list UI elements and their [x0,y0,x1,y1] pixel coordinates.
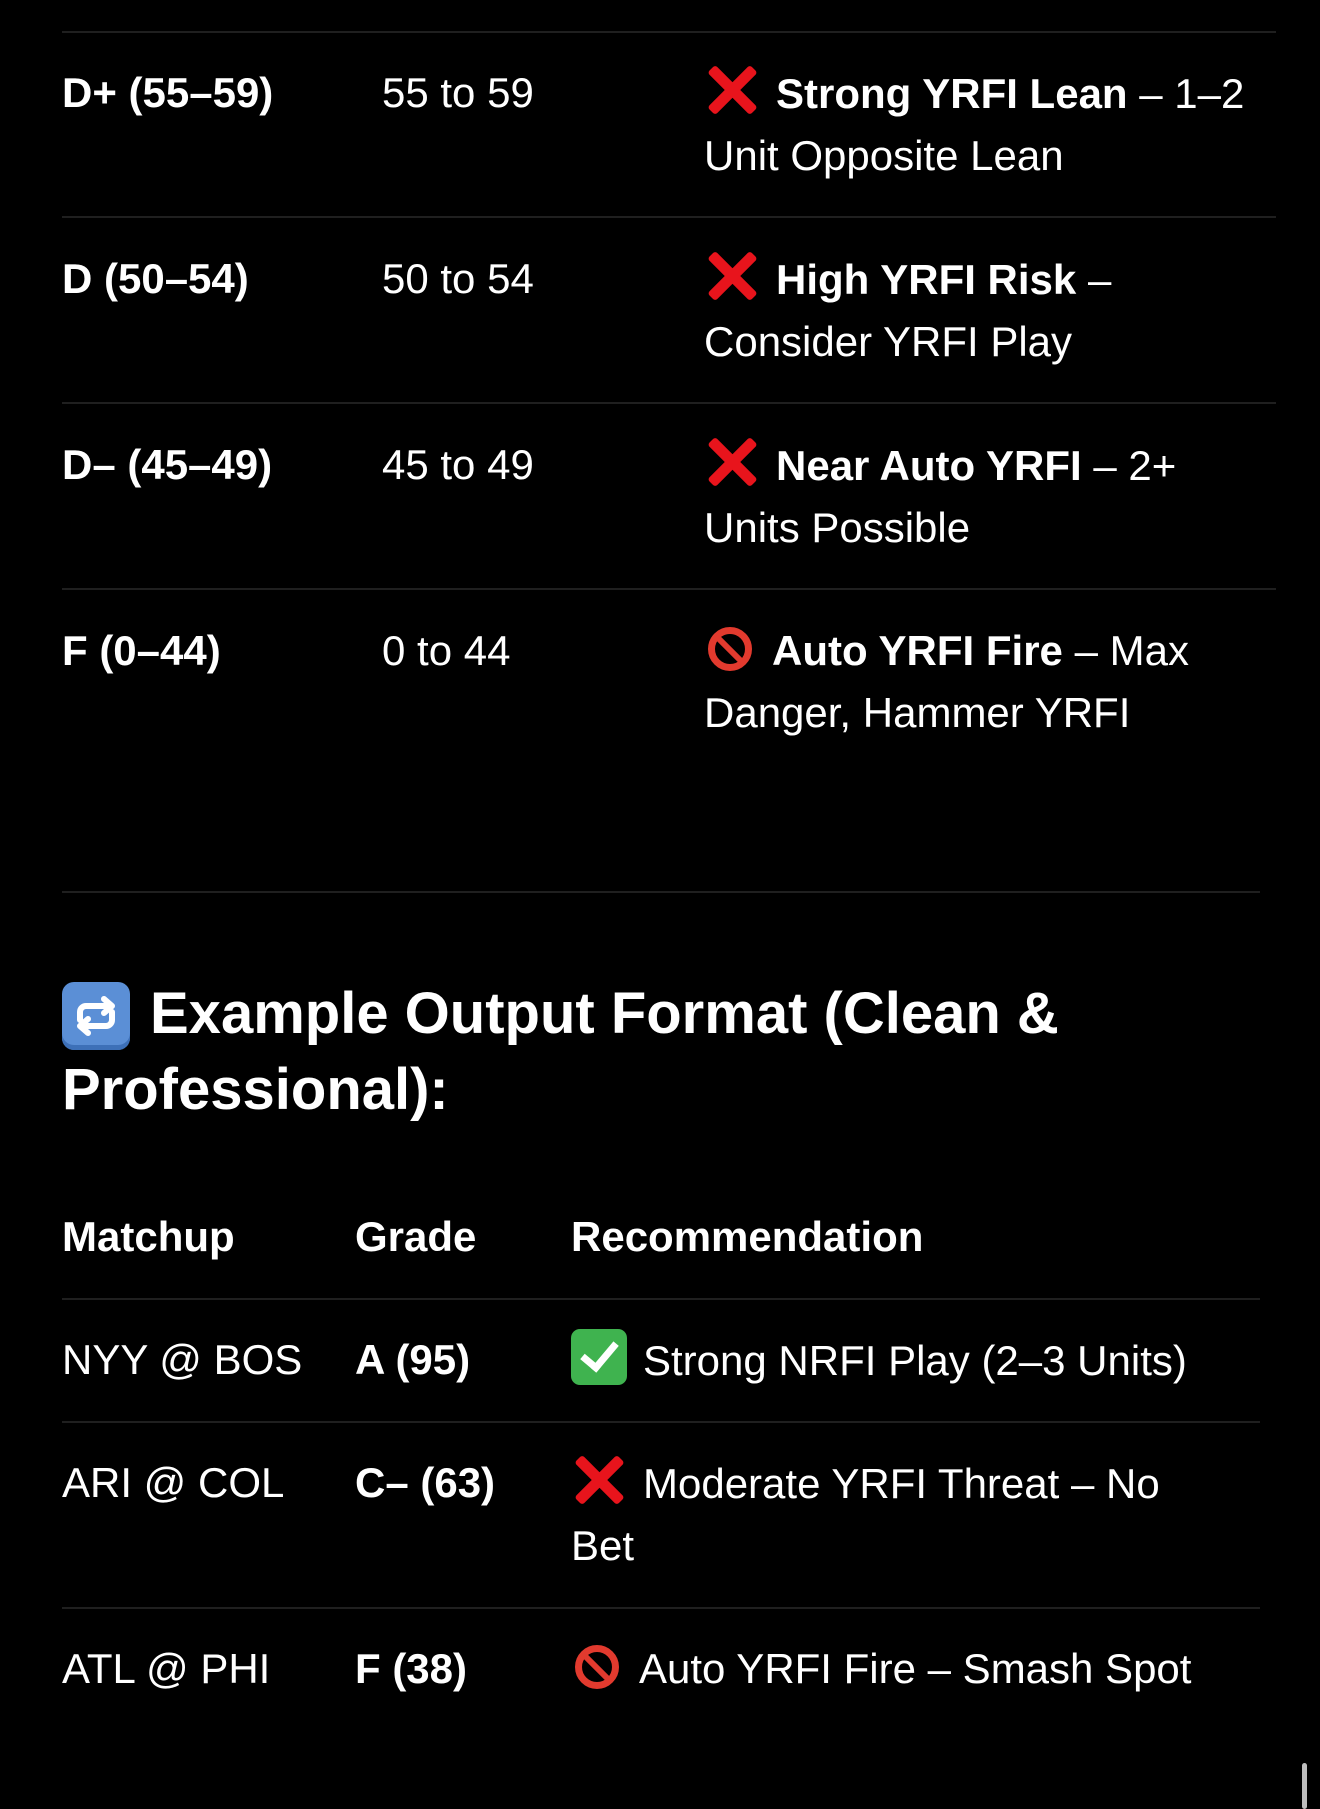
grade-label: D– (45–49) [62,441,273,488]
grade-label: D (50–54) [62,255,249,302]
section-heading: Example Output Format (Clean & Professio… [62,981,1059,1122]
matchup-cell: NYY @ BOS [62,1336,303,1383]
recommendation-title: High YRFI Risk [776,256,1077,303]
recommendation-cell: Moderate YRFI Threat – No Bet [571,1452,1231,1577]
grade-recommendation: Near Auto YRFI – 2+ Units Possible [704,434,1224,559]
table-header-divider [62,1298,1260,1300]
grade-row: D+ (55–59) 55 to 59 Strong YRFI Lean – 1… [62,62,1276,187]
grade-row: D– (45–49) 45 to 49 Near Auto YRFI – 2+ … [62,434,1276,559]
score-range: 45 to 49 [382,441,534,488]
recommendation-title: Auto YRFI Fire [772,627,1063,674]
recommendation-cell: Auto YRFI Fire – Smash Spot [571,1638,1191,1700]
cross-mark-icon [704,62,760,118]
grade-row: F (0–44) 0 to 44 Auto YRFI Fire – Max Da… [62,620,1276,745]
cross-mark-icon [571,1452,627,1508]
matchup-cell: ARI @ COL [62,1459,285,1506]
grade-recommendation: Auto YRFI Fire – Max Danger, Hammer YRFI [704,620,1264,744]
recommendation-title: Near Auto YRFI [776,442,1082,489]
grade-recommendation: High YRFI Risk – Consider YRFI Play [704,248,1144,373]
grade-cell: C– (63) [355,1459,496,1506]
grade-recommendation: Strong YRFI Lean – 1–2 Unit Opposite Lea… [704,62,1304,187]
grade-cell: F (38) [355,1645,468,1692]
scrollbar[interactable] [1302,1763,1307,1809]
no-entry-icon [708,627,752,671]
score-range: 55 to 59 [382,69,534,116]
grade-cell: A (95) [355,1336,471,1383]
score-range: 50 to 54 [382,255,534,302]
recommendation-cell: Strong NRFI Play (2–3 Units) [571,1329,1187,1392]
matchup-cell: ATL @ PHI [62,1645,271,1692]
cross-mark-icon [704,248,760,304]
grade-row: D (50–54) 50 to 54 High YRFI Risk – Cons… [62,248,1276,373]
header-recommendation: Recommendation [571,1213,924,1260]
divider [62,216,1276,218]
header-matchup: Matchup [62,1213,235,1260]
divider [62,588,1276,590]
no-entry-icon [575,1645,619,1689]
divider [62,402,1276,404]
divider [62,1421,1260,1423]
recommendation-title: Strong YRFI Lean [776,70,1128,117]
check-mark-icon [571,1329,627,1385]
score-range: 0 to 44 [382,627,511,674]
header-grade: Grade [355,1213,477,1260]
grade-label: F (0–44) [62,627,221,674]
section-divider [62,891,1260,893]
grade-label: D+ (55–59) [62,69,274,116]
divider [62,1607,1260,1609]
cross-mark-icon [704,434,760,490]
divider [62,31,1276,33]
